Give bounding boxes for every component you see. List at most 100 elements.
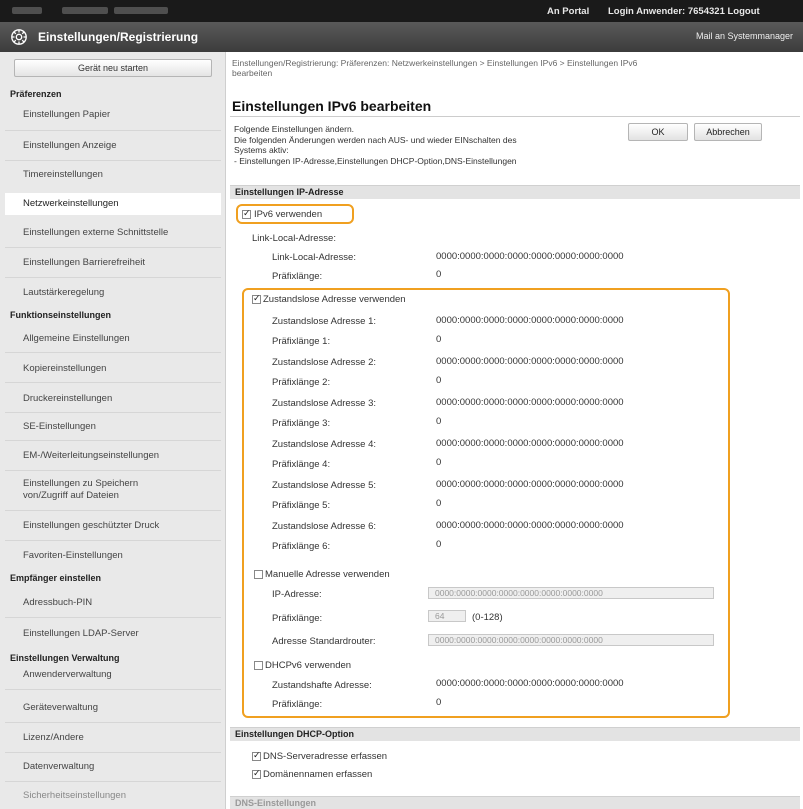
use-ipv6-checkbox[interactable] <box>242 208 251 219</box>
login-info[interactable]: Login Anwender: 7654321 Logout <box>608 6 760 17</box>
stateless-address-value: 0000:0000:0000:0000:0000:0000:0000:0000 <box>436 520 624 531</box>
stateless-prefix-value: 0 <box>436 498 442 509</box>
default-router-label: Adresse Standardrouter: <box>272 636 376 647</box>
domain-name-label: Domänennamen erfassen <box>263 769 373 780</box>
blurred-text <box>12 7 42 14</box>
manual-prefix-label: Präfixlänge: <box>272 613 323 624</box>
manual-prefix-range: (0-128) <box>472 612 503 623</box>
stateless-prefix-label: Präfixlänge 3: <box>272 418 331 429</box>
stateless-prefix-value: 0 <box>436 334 442 345</box>
divider <box>5 470 221 471</box>
sidebar-item[interactable]: Einstellungen Barrierefreiheit <box>5 257 221 268</box>
divider <box>5 352 221 353</box>
stateless-address-value: 0000:0000:0000:0000:0000:0000:0000:0000 <box>436 315 624 326</box>
title-bar: Einstellungen/Registrierung Mail an Syst… <box>0 22 803 52</box>
stateless-prefix-value: 0 <box>436 539 442 550</box>
sidebar-heading: Einstellungen Verwaltung <box>10 653 120 663</box>
ok-button[interactable]: OK <box>628 123 688 141</box>
divider <box>5 510 221 511</box>
stateless-address-value: 0000:0000:0000:0000:0000:0000:0000:0000 <box>436 397 624 408</box>
sidebar-item[interactable]: Favoriten-Einstellungen <box>5 550 221 561</box>
cancel-button[interactable]: Abbrechen <box>694 123 762 141</box>
stateless-address-label: Zustandslose Adresse 6: <box>272 521 377 532</box>
mail-to-admin-link[interactable]: Mail an Systemmanager <box>696 31 793 41</box>
divider <box>5 540 221 541</box>
prefix-label: Präfixlänge: <box>272 271 323 282</box>
sidebar-item[interactable]: Anwenderverwaltung <box>5 669 221 680</box>
stateless-address-value: 0000:0000:0000:0000:0000:0000:0000:0000 <box>436 356 624 367</box>
sidebar: Gerät neu starten Präferenzen Einstellun… <box>0 52 226 809</box>
link-local-label: Link-Local-Adresse: <box>272 252 356 263</box>
sidebar-item[interactable]: Einstellungen LDAP-Server <box>5 628 221 639</box>
sidebar-item[interactable]: Einstellungen externe Schnittstelle <box>5 227 221 238</box>
sidebar-item[interactable]: Datenverwaltung <box>5 761 221 772</box>
sidebar-item[interactable]: Adressbuch-PIN <box>5 597 221 608</box>
manual-address-checkbox[interactable] <box>254 570 263 579</box>
breadcrumb-line: Einstellungen/Registrierung: Präferenzen… <box>232 58 638 68</box>
stateless-address-value: 0000:0000:0000:0000:0000:0000:0000:0000 <box>436 479 624 490</box>
sidebar-item-network[interactable]: Netzwerkeinstellungen <box>5 193 221 215</box>
main-content: Einstellungen/Registrierung: Präferenzen… <box>226 52 803 809</box>
ip-address-label: IP-Adresse: <box>272 589 322 600</box>
divider <box>5 130 221 131</box>
stateless-prefix-value: 0 <box>436 416 442 427</box>
stateless-prefix-label: Präfixlänge 4: <box>272 459 331 470</box>
manual-address-label: Manuelle Adresse verwenden <box>265 569 390 580</box>
default-router-field[interactable]: 0000:0000:0000:0000:0000:0000:0000:0000 <box>428 634 714 646</box>
settings-gear-icon <box>11 29 27 45</box>
stateless-address-value: 0000:0000:0000:0000:0000:0000:0000:0000 <box>436 438 624 449</box>
stateless-prefix-value: 0 <box>436 457 442 468</box>
app-title: Einstellungen/Registrierung <box>38 30 199 44</box>
dhcpv6-checkbox[interactable] <box>254 661 263 670</box>
sidebar-item[interactable]: Einstellungen zu Speichern <box>5 478 221 489</box>
stateless-address-checkbox[interactable] <box>252 293 261 304</box>
description-line: Die folgenden Änderungen werden nach AUS… <box>234 134 517 145</box>
sidebar-item[interactable]: Druckereinstellungen <box>5 393 221 404</box>
description-line: - Einstellungen IP-Adresse,Einstellungen… <box>234 155 517 166</box>
stateful-prefix-label: Präfixlänge: <box>272 699 323 710</box>
sidebar-item[interactable]: Lautstärkeregelung <box>5 287 221 298</box>
divider <box>5 277 221 278</box>
use-ipv6-label: IPv6 verwenden <box>254 209 323 220</box>
sidebar-item[interactable]: Lizenz/Andere <box>5 732 221 743</box>
dhcpv6-label: DHCPv6 verwenden <box>265 660 352 671</box>
sidebar-item[interactable]: Timereinstellungen <box>5 169 221 180</box>
sidebar-item[interactable]: von/Zugriff auf Dateien <box>5 490 221 501</box>
sidebar-item[interactable]: Allgemeine Einstellungen <box>5 333 221 344</box>
stateless-prefix-label: Präfixlänge 5: <box>272 500 331 511</box>
blurred-text <box>62 7 108 14</box>
link-local-value: 0000:0000:0000:0000:0000:0000:0000:0000 <box>436 251 624 262</box>
sidebar-item[interactable]: Sicherheitseinstellungen <box>5 790 221 801</box>
section-header-dns: DNS-Einstellungen <box>230 796 800 809</box>
domain-name-checkbox[interactable] <box>252 768 261 779</box>
ip-address-field[interactable]: 0000:0000:0000:0000:0000:0000:0000:0000 <box>428 587 714 599</box>
divider <box>5 781 221 782</box>
divider <box>230 116 800 117</box>
sidebar-item[interactable]: SE-Einstellungen <box>5 421 221 432</box>
stateful-address-label: Zustandshafte Adresse: <box>272 680 372 691</box>
breadcrumb-line: bearbeiten <box>232 68 273 78</box>
sidebar-item[interactable]: EM-/Weiterleitungseinstellungen <box>5 450 221 461</box>
stateless-address-label: Zustandslose Adresse 5: <box>272 480 377 491</box>
sidebar-heading: Empfänger einstellen <box>10 573 102 583</box>
divider <box>5 247 221 248</box>
stateful-prefix-value: 0 <box>436 697 442 708</box>
restart-device-button[interactable]: Gerät neu starten <box>14 59 212 77</box>
manual-prefix-field[interactable]: 64 <box>428 610 466 622</box>
dns-server-label: DNS-Serveradresse erfassen <box>263 751 388 762</box>
stateless-address-label: Zustandslose Adresse 1: <box>272 316 377 327</box>
stateless-prefix-label: Präfixlänge 6: <box>272 541 331 552</box>
stateless-address-label: Zustandslose Adresse verwenden <box>263 294 406 305</box>
divider <box>5 160 221 161</box>
page-title: Einstellungen IPv6 bearbeiten <box>232 98 432 114</box>
sidebar-item[interactable]: Einstellungen Papier <box>5 109 221 120</box>
portal-link[interactable]: An Portal <box>547 6 589 17</box>
sidebar-item[interactable]: Einstellungen geschützter Druck <box>5 520 221 531</box>
sidebar-item[interactable]: Geräteverwaltung <box>5 702 221 713</box>
dns-server-checkbox[interactable] <box>252 750 261 761</box>
sidebar-item[interactable]: Einstellungen Anzeige <box>5 140 221 151</box>
sidebar-item[interactable]: Kopiereinstellungen <box>5 363 221 374</box>
divider <box>5 617 221 618</box>
link-local-heading: Link-Local-Adresse: <box>252 233 336 244</box>
breadcrumb: Einstellungen/Registrierung: Präferenzen… <box>232 58 772 78</box>
